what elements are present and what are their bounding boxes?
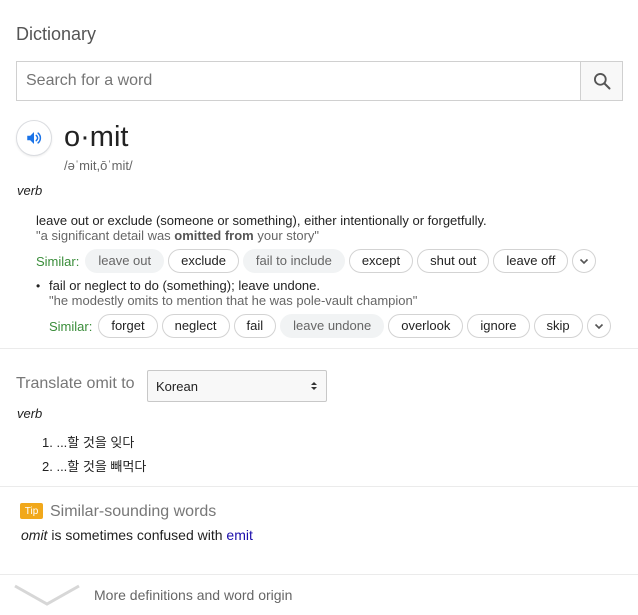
similar-chip-ignore[interactable]: ignore [467, 314, 530, 338]
tip-badge: Tip [20, 503, 43, 519]
language-select[interactable]: Korean [147, 370, 327, 402]
expand-similar-button[interactable] [572, 249, 597, 273]
pronunciation-button[interactable] [16, 120, 52, 156]
dictionary-title: Dictionary [16, 24, 97, 44]
translation-item: 1. ...할 것을 잊다 [42, 435, 135, 450]
similar-chip-leave-off[interactable]: leave off [493, 249, 569, 273]
more-definitions-link[interactable]: More definitions and word origin [94, 587, 292, 603]
phonetic: /əˈmit,ōˈmit/ [64, 158, 133, 173]
similar-chip-leave-undone[interactable]: leave undone [280, 314, 385, 338]
part-of-speech: verb [17, 183, 43, 198]
similar-chip-skip[interactable]: skip [533, 314, 583, 338]
example-1: "a significant detail was omitted from y… [36, 228, 320, 243]
similar-row-2: Similar: forget neglect fail leave undon… [49, 314, 611, 338]
definition-1: leave out or exclude (someone or somethi… [36, 213, 487, 228]
similar-chip-fail[interactable]: fail [233, 314, 277, 338]
confused-note: omit is sometimes confused with emit [21, 527, 253, 543]
chevron-down-icon [594, 323, 603, 330]
translate-label: Translate omit to [16, 375, 135, 392]
emit-link[interactable]: emit [226, 527, 252, 543]
search-button[interactable] [580, 62, 622, 100]
similar-chip-neglect[interactable]: neglect [161, 314, 230, 338]
similar-chip-fail-to-include[interactable]: fail to include [242, 249, 345, 273]
divider [0, 574, 638, 575]
example-2: "he modestly omits to mention that he wa… [49, 293, 418, 308]
similar-chip-forget[interactable]: forget [98, 314, 158, 338]
similar-chip-exclude[interactable]: exclude [168, 249, 239, 273]
expand-similar-button[interactable] [586, 314, 611, 338]
search-box [16, 61, 623, 101]
expand-chevron-icon[interactable] [14, 584, 80, 606]
tip-title: Similar-sounding words [50, 503, 217, 520]
language-value: Korean [156, 378, 198, 394]
translate-part-of-speech: verb [17, 406, 43, 421]
bullet-dot: • [36, 279, 41, 293]
chevron-down-icon [580, 258, 589, 265]
similar-label: Similar: [36, 253, 80, 269]
similar-chip-except[interactable]: except [348, 249, 414, 273]
translation-item: 2. ...할 것을 빼먹다 [42, 459, 147, 474]
speaker-icon [27, 132, 42, 144]
divider [0, 348, 638, 349]
headword: o·mit [64, 121, 129, 153]
similar-chip-shut-out[interactable]: shut out [417, 249, 490, 273]
select-arrows-icon [311, 382, 317, 390]
similar-chip-overlook[interactable]: overlook [388, 314, 464, 338]
similar-row-1: Similar: leave out exclude fail to inclu… [36, 249, 597, 273]
similar-chip-leave-out[interactable]: leave out [85, 249, 165, 273]
divider [0, 486, 638, 487]
similar-label: Similar: [49, 318, 93, 334]
search-input[interactable] [17, 62, 580, 100]
search-icon [593, 73, 610, 90]
definition-2: fail or neglect to do (something); leave… [49, 278, 321, 293]
